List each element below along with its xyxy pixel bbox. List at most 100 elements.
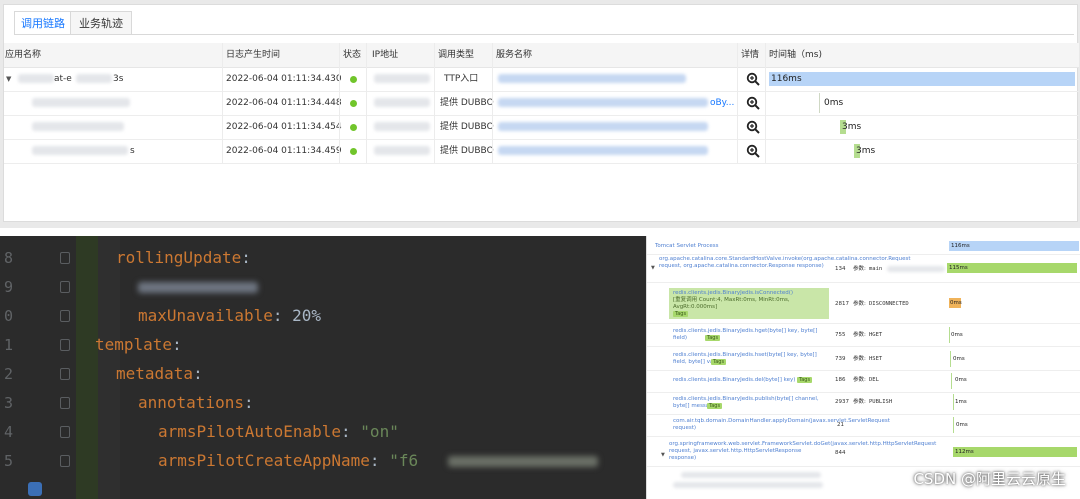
col-sep [765, 67, 766, 163]
span-duration: 0ms [956, 422, 968, 428]
col-sep [765, 43, 766, 67]
span-root-title[interactable]: Tomcat Servlet Process [655, 243, 719, 250]
call-type: 提供 DUBBO [440, 98, 494, 108]
table-row[interactable]: 2022-06-04 01:11:34.454 提供 DUBBO 3ms [4, 115, 1079, 140]
code-line[interactable]: armsPilotAutoEnable: "on" [158, 422, 399, 441]
span-duration: 116ms [951, 243, 970, 249]
redacted-text [32, 122, 124, 131]
tags-badge[interactable]: Tags [711, 359, 727, 365]
expand-caret-icon[interactable]: ▼ [661, 452, 665, 458]
expand-caret-icon[interactable]: ▼ [651, 265, 655, 271]
yaml-string: "f6 [389, 451, 419, 470]
span-duration-tick [949, 327, 950, 343]
zoom-in-icon[interactable] [746, 72, 760, 86]
col-sep [434, 43, 435, 67]
span-duration-tick [950, 351, 951, 367]
span-method[interactable]: redis.clients.jedis.BinaryJedis.publish(… [673, 396, 827, 410]
trace-card: 调用链路 业务轨迹 应用名称 日志产生时间 状态 IP地址 调用类型 服务名称 … [3, 4, 1079, 222]
timeline-tick [819, 93, 820, 113]
redacted-code [448, 456, 598, 467]
span-duration-tick [951, 373, 952, 389]
span-method[interactable]: redis.clients.jedis.BinaryJedis.hset(byt… [673, 352, 827, 366]
span-method[interactable]: redis.clients.jedis.BinaryJedis.isConnec… [673, 290, 827, 297]
redacted-ip [374, 146, 430, 155]
tags-badge[interactable]: Tags [705, 335, 721, 341]
code-line[interactable]: template: [95, 335, 182, 354]
code-line[interactable]: rollingUpdate: [116, 248, 251, 267]
fold-marker-icon[interactable] [60, 426, 70, 438]
yaml-key: template [95, 335, 173, 354]
span-duration-tick [953, 417, 954, 433]
line-number: 5 [4, 452, 14, 470]
span-detail-panel: Tomcat Servlet Process 116ms ▼ org.apach… [646, 236, 1080, 499]
fold-marker-icon[interactable] [60, 252, 70, 264]
gutter-badge-icon[interactable] [28, 482, 42, 496]
line-number: 9 [4, 278, 14, 296]
row-divider [647, 282, 1080, 283]
zoom-in-icon[interactable] [746, 120, 760, 134]
row-divider [647, 323, 1080, 324]
row-divider [647, 254, 1080, 255]
app-name-fragment: 3s [113, 74, 124, 84]
redacted-text [681, 472, 821, 478]
col-sep [737, 67, 738, 163]
tags-badge[interactable]: Tags [673, 311, 689, 317]
zoom-in-icon[interactable] [746, 144, 760, 158]
tags-badge[interactable]: Tags [707, 403, 723, 409]
fold-marker-icon[interactable] [60, 455, 70, 467]
redacted-text [18, 74, 54, 83]
fold-marker-icon[interactable] [60, 310, 70, 322]
redacted-code [138, 282, 258, 293]
span-method[interactable]: org.apache.catalina.core.StandardHostVal… [659, 256, 911, 270]
code-line[interactable]: annotations: [138, 393, 254, 412]
status-ok-icon [350, 100, 357, 107]
code-line[interactable]: metadata: [116, 364, 203, 383]
span-param: HGET [869, 332, 883, 338]
table-row[interactable]: ▼ at-e 3s 2022-06-04 01:11:34.430 TTP入口 … [4, 67, 1079, 92]
span-method[interactable]: org.springframework.web.servlet.Framewor… [669, 441, 936, 462]
span-method[interactable]: redis.clients.jedis.BinaryJedis.hget(byt… [673, 328, 827, 342]
status-ok-icon [350, 76, 357, 83]
timeline-bar[interactable] [769, 72, 1075, 86]
fold-marker-icon[interactable] [60, 397, 70, 409]
log-time: 2022-06-04 01:11:34.430 [226, 74, 342, 84]
tags-badge[interactable]: Tags [797, 377, 813, 383]
code-editor: 8 9 0 1 2 3 4 5 rollingUpdate: maxUnavai… [0, 236, 646, 499]
col-service-name: 服务名称 [496, 50, 533, 60]
span-duration: 1ms [955, 399, 967, 405]
redacted-ip [374, 74, 430, 83]
table-header: 应用名称 日志产生时间 状态 IP地址 调用类型 服务名称 详情 时间轴（ms) [4, 43, 1079, 68]
zoom-in-icon[interactable] [746, 96, 760, 110]
fold-marker-icon[interactable] [60, 339, 70, 351]
span-method[interactable]: com.air.tqb.domain.DomainHandler.applyDo… [673, 418, 890, 432]
fold-marker-icon[interactable] [60, 368, 70, 380]
code-line[interactable]: armsPilotCreateAppName: "f6 [158, 451, 418, 470]
row-divider [647, 392, 1080, 393]
table-row[interactable]: 2022-06-04 01:11:34.448 提供 DUBBO oBy... … [4, 91, 1079, 116]
span-param-label: 参数: [853, 356, 866, 362]
yaml-colon: : [193, 364, 203, 383]
span-duration: 0ms [950, 300, 962, 306]
span-duration-tick [953, 394, 954, 410]
span-cost: 21 [837, 422, 844, 428]
tab-business-trace[interactable]: 业务轨迹 [70, 11, 132, 35]
yaml-colon: : [241, 248, 251, 267]
table-row[interactable]: s 2022-06-04 01:11:34.459 提供 DUBBO 3ms [4, 139, 1079, 164]
tab-call-chain[interactable]: 调用链路 [14, 11, 72, 35]
call-type: 提供 DUBBO [440, 122, 494, 132]
service-name-tail[interactable]: oBy... [710, 91, 734, 115]
yaml-value: 20% [292, 306, 322, 325]
yaml-colon: : [243, 393, 254, 412]
col-sep [366, 67, 367, 163]
yaml-key: armsPilotAutoEnable [158, 422, 342, 441]
span-duration: 112ms [955, 449, 974, 455]
yaml-key: rollingUpdate [116, 248, 242, 267]
span-duration: 115ms [949, 265, 968, 271]
app-name-fragment: s [130, 146, 135, 156]
expand-caret-icon[interactable]: ▼ [6, 75, 11, 83]
code-line[interactable]: maxUnavailable: 20% [138, 306, 321, 325]
fold-marker-icon[interactable] [60, 281, 70, 293]
col-ip: IP地址 [372, 50, 399, 60]
span-cost: 186 [835, 377, 846, 383]
timeline-label: 0ms [824, 98, 844, 108]
